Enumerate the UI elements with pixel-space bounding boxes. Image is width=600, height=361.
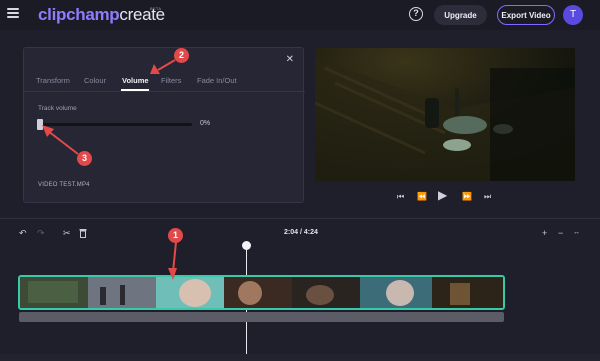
annotation-arrows: [42, 59, 177, 280]
annotation-marker-3: 3: [77, 151, 92, 166]
annotation-marker-1: 1: [168, 228, 183, 243]
annotation-marker-2: 2: [174, 48, 189, 63]
